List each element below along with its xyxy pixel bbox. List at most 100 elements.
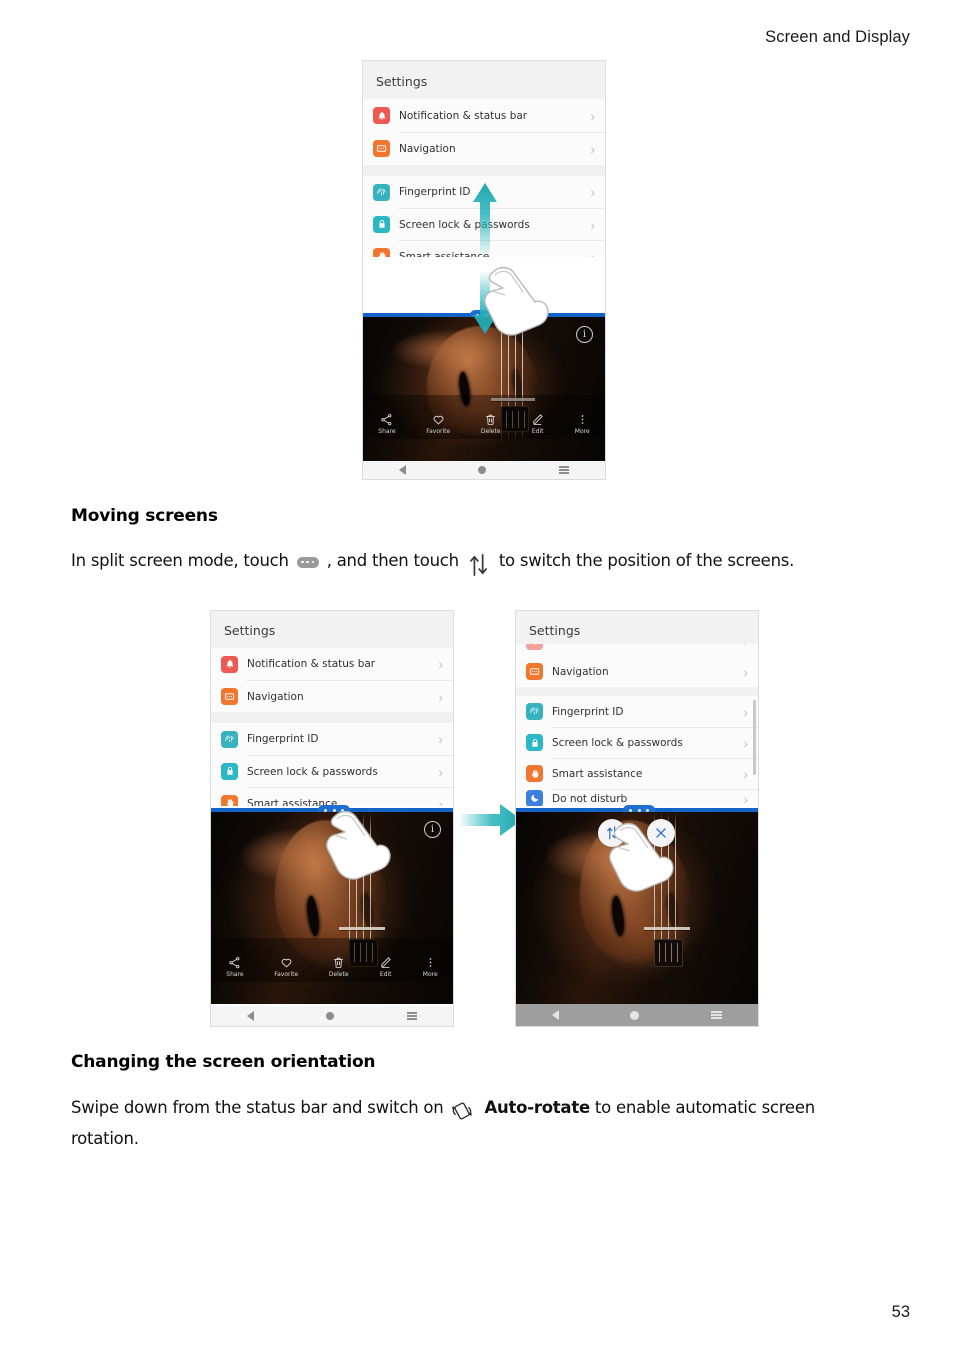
settings-row-label: Do not disturb <box>552 792 628 805</box>
photo-toolbar-edit[interactable]: Edit <box>379 956 392 978</box>
settings-row-notification-partial[interactable]: Notification & status bar › <box>516 644 758 656</box>
photo-toolbar-edit[interactable]: Edit <box>531 413 544 435</box>
paragraph-text-part-2: , and then touch <box>326 551 459 570</box>
settings-row-label: Navigation <box>552 665 609 678</box>
settings-row-label: Navigation <box>247 690 304 703</box>
hand-cursor-icon <box>326 810 391 880</box>
info-icon[interactable]: i <box>424 821 441 838</box>
photo-viewer-pane-top: i Share Favorite Delete Edit More <box>363 317 605 461</box>
section-moving-screens: Moving screens In split screen mode, tou… <box>71 506 883 576</box>
hand-icon <box>221 794 238 806</box>
violin-tailpiece <box>653 938 683 967</box>
settings-row-fingerprint[interactable]: Fingerprint ID › <box>516 696 758 727</box>
chevron-right-icon: › <box>743 766 748 782</box>
back-icon[interactable] <box>399 465 407 475</box>
settings-row-label: Fingerprint ID <box>247 733 319 745</box>
pencil-icon <box>381 957 391 968</box>
settings-row-smart-assistance[interactable]: Smart assistance › <box>211 786 453 806</box>
paragraph-text-part-1: In split screen mode, touch <box>71 551 289 570</box>
bell-icon <box>221 655 238 673</box>
chevron-right-icon: › <box>590 107 595 124</box>
photo-toolbar-delete[interactable]: Delete <box>329 956 349 978</box>
paragraph-text-bold: Auto-rotate <box>484 1098 590 1117</box>
info-icon[interactable]: i <box>576 326 593 343</box>
chevron-right-icon: › <box>590 141 595 157</box>
lock-icon <box>221 762 238 780</box>
dot <box>306 560 309 564</box>
settings-row-notification[interactable]: Notification & status bar › <box>211 648 453 680</box>
hand-cursor-icon <box>484 266 549 336</box>
settings-pane-left: Settings Notification & status bar › Nav… <box>211 611 453 806</box>
settings-group-divider <box>516 687 758 696</box>
hand-icon <box>526 765 543 782</box>
photo-toolbar-label: Share <box>226 971 244 978</box>
settings-row-screen-lock[interactable]: Screen lock & passwords › <box>516 726 758 758</box>
settings-row-notification[interactable]: Notification & status bar › <box>363 99 605 132</box>
settings-row-label: Screen lock & passwords <box>247 765 378 778</box>
violin-photo <box>363 317 605 461</box>
settings-row-label: Fingerprint ID <box>399 186 471 198</box>
photo-toolbar-more[interactable]: More <box>575 413 590 435</box>
photo-toolbar-favorite[interactable]: Favorite <box>426 413 450 435</box>
settings-row-label: Notification & status bar <box>247 658 376 670</box>
violin-bridge <box>339 927 386 931</box>
settings-row-navigation[interactable]: Navigation › <box>211 679 453 712</box>
photo-toolbar-label: Edit <box>379 971 392 978</box>
settings-row-navigation[interactable]: Navigation › <box>516 656 758 687</box>
back-icon[interactable] <box>551 1010 559 1020</box>
settings-row-navigation[interactable]: Navigation › <box>363 131 605 165</box>
settings-row-label: Smart assistance <box>552 768 643 780</box>
heart-icon <box>433 415 444 425</box>
photo-toolbar-favorite[interactable]: Favorite <box>274 956 298 978</box>
photo-toolbar-top: Share Favorite Delete Edit More <box>363 395 605 439</box>
settings-group-divider <box>363 165 605 176</box>
photo-toolbar-share[interactable]: Share <box>378 413 396 435</box>
home-icon[interactable] <box>326 1012 335 1020</box>
page-number: 53 <box>891 1303 910 1321</box>
running-header: Screen and Display <box>765 28 910 46</box>
recents-icon[interactable] <box>406 1012 417 1020</box>
photo-toolbar-label: Favorite <box>426 428 451 435</box>
fingerprint-icon <box>373 183 390 201</box>
photo-toolbar-delete[interactable]: Delete <box>481 413 501 435</box>
photo-toolbar-left: Share Favorite Delete Edit More <box>211 938 453 982</box>
scrollbar-thumb[interactable] <box>753 700 756 775</box>
heart-icon <box>281 958 292 968</box>
settings-pane-right: Settings Notification & status bar › Nav… <box>516 611 758 806</box>
settings-title: Settings <box>529 623 581 638</box>
settings-row-screen-lock[interactable]: Screen lock & passwords › <box>211 754 453 787</box>
chevron-right-icon: › <box>438 763 443 780</box>
photo-toolbar-more[interactable]: More <box>423 956 438 978</box>
settings-row-label: Fingerprint ID <box>552 705 624 718</box>
section-changing-orientation: Changing the screen orientation Swipe do… <box>71 1052 883 1154</box>
photo-toolbar-label: Edit <box>531 428 544 435</box>
settings-group-2: Fingerprint ID › Screen lock & passwords… <box>211 723 453 806</box>
chevron-right-icon: › <box>590 184 595 200</box>
paragraph-text-part-1: Swipe down from the status bar and switc… <box>71 1098 444 1117</box>
transition-arrow-icon <box>460 804 522 836</box>
home-icon[interactable] <box>630 1010 640 1020</box>
settings-row-label: Screen lock & passwords <box>399 218 530 231</box>
photo-toolbar-label: More <box>574 428 590 435</box>
recents-icon[interactable] <box>558 466 569 474</box>
bell-icon <box>526 644 543 650</box>
lock-icon <box>373 215 390 233</box>
pencil-icon <box>533 414 543 425</box>
dot <box>311 560 315 564</box>
settings-row-fingerprint[interactable]: Fingerprint ID › <box>211 723 453 755</box>
settings-row-label: Notification & status bar <box>399 109 528 122</box>
settings-row-smart-assistance[interactable]: Smart assistance › <box>516 757 758 789</box>
android-nav-bar-right <box>516 1004 758 1026</box>
settings-partial-row-wrap: Notification & status bar › <box>516 644 758 656</box>
share-icon <box>229 957 240 969</box>
bell-icon <box>373 107 390 124</box>
paragraph-text-part-3: to switch the position of the screens. <box>498 551 795 570</box>
photo-toolbar-share[interactable]: Share <box>226 956 244 978</box>
heading-changing-orientation: Changing the screen orientation <box>71 1052 376 1072</box>
settings-row-do-not-disturb[interactable]: Do not disturb › <box>516 789 758 806</box>
recents-icon[interactable] <box>711 1011 723 1019</box>
back-icon[interactable] <box>247 1011 255 1021</box>
home-icon[interactable] <box>478 466 487 474</box>
chevron-right-icon: › <box>438 656 443 672</box>
trash-icon <box>486 414 496 425</box>
